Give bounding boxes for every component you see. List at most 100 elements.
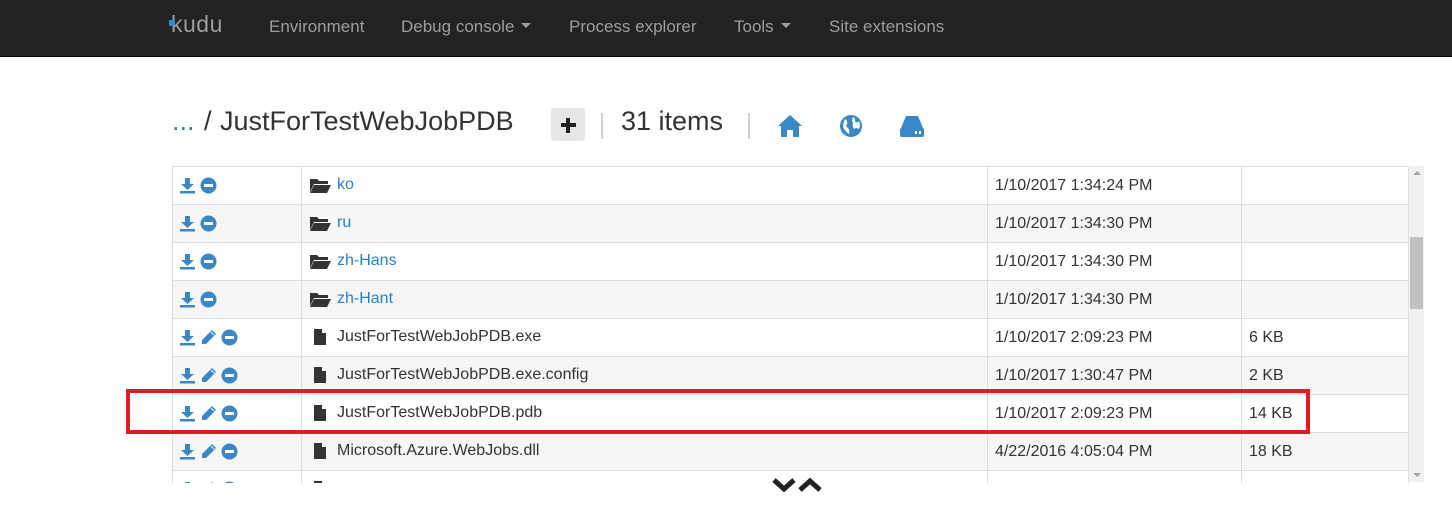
delete-icon[interactable] — [221, 405, 238, 422]
file-name[interactable]: JustForTestWebJobPDB.pdb — [337, 404, 542, 421]
download-icon[interactable] — [179, 329, 196, 346]
name-cell: JustForTestWebJobPDB.pdb — [301, 394, 988, 433]
download-icon[interactable] — [179, 215, 196, 232]
folder-link[interactable]: ru — [337, 214, 351, 231]
table-row: JustForTestWebJobPDB.pdb 1/10/2017 2:09:2… — [173, 394, 1409, 433]
file-name[interactable]: JustForTestWebJobPDB.exe.config — [337, 366, 588, 383]
file-size-cell — [1241, 280, 1409, 319]
hdd-icon[interactable] — [898, 112, 926, 140]
table-row: ko 1/10/2017 1:34:24 PM — [173, 167, 1409, 205]
file-name[interactable]: Microsoft.Azure.WebJobs.dll — [337, 442, 539, 459]
file-size-cell — [1241, 167, 1409, 205]
delete-icon[interactable] — [221, 367, 238, 384]
download-icon[interactable] — [179, 291, 196, 308]
row-actions-cell — [173, 242, 302, 281]
scroll-up-arrow-icon[interactable] — [1409, 166, 1424, 181]
scroll-down-arrow-icon[interactable] — [1409, 467, 1424, 482]
file-size-cell — [1241, 242, 1409, 281]
breadcrumb-separator: / — [204, 106, 212, 136]
file-size-cell — [1241, 470, 1409, 483]
edit-pencil-icon[interactable] — [200, 405, 217, 422]
folder-link[interactable]: ko — [337, 176, 354, 193]
row-actions-cell — [173, 318, 302, 357]
row-actions-cell — [173, 204, 302, 243]
folder-link[interactable]: zh-Hant — [337, 290, 393, 307]
scrollbar-thumb[interactable] — [1410, 237, 1423, 309]
name-cell: JustForTestWebJobPDB.exe — [301, 318, 988, 357]
name-cell: JustForTestWebJobPDB.exe.config — [301, 356, 988, 395]
modified-date-cell: 1/10/2017 1:34:30 PM — [987, 242, 1242, 281]
download-icon[interactable] — [179, 481, 196, 483]
download-icon[interactable] — [179, 367, 196, 384]
name-cell: ko — [301, 167, 988, 205]
file-icon — [314, 367, 326, 384]
item-count: 31 items — [621, 106, 724, 136]
modified-date-cell: 1/10/2017 1:34:30 PM — [987, 204, 1242, 243]
nav-tools-label: Tools — [734, 17, 774, 36]
nav-process-explorer-label: Process explorer — [569, 17, 697, 36]
current-folder-name: JustForTestWebJobPDB — [220, 106, 514, 136]
download-icon[interactable] — [179, 253, 196, 270]
nav-debug-console[interactable]: Debug console — [401, 17, 532, 37]
download-icon[interactable] — [179, 443, 196, 460]
name-cell: zh-Hans — [301, 242, 988, 281]
globe-icon[interactable] — [837, 112, 865, 140]
table-row: JustForTestWebJobPDB.exe 1/10/2017 2:09:2… — [173, 318, 1409, 357]
file-size-cell: 14 KB — [1241, 394, 1409, 433]
top-navbar: kudu Environment Debug console Process e… — [0, 0, 1452, 57]
nav-debug-console-label: Debug console — [401, 17, 515, 36]
folder-open-icon — [310, 179, 331, 194]
home-icon[interactable] — [776, 112, 804, 140]
edit-pencil-icon[interactable] — [200, 481, 217, 483]
file-name[interactable]: JustForTestWebJobPDB.exe — [337, 328, 541, 345]
modified-date-cell: 4/22/2016 4:05:04 PM — [987, 432, 1242, 471]
table-row: Microsoft.Azure.WebJobs.dll 4/22/2016 4:0… — [173, 432, 1409, 471]
breadcrumb-ellipsis-link[interactable]: ... — [172, 106, 195, 137]
modified-date-cell — [987, 470, 1242, 483]
table-row: zh-Hans 1/10/2017 1:34:30 PM — [173, 242, 1409, 281]
modified-date-cell: 1/10/2017 2:09:23 PM — [987, 394, 1242, 433]
add-item-button[interactable] — [551, 108, 585, 141]
row-actions-cell — [173, 356, 302, 395]
name-cell — [301, 470, 988, 483]
delete-icon[interactable] — [200, 177, 217, 194]
modified-date-cell: 1/10/2017 1:34:30 PM — [987, 280, 1242, 319]
file-size-cell: 6 KB — [1241, 318, 1409, 357]
kudu-logo[interactable]: kudu — [171, 11, 223, 38]
edit-pencil-icon[interactable] — [200, 329, 217, 346]
delete-icon[interactable] — [200, 291, 217, 308]
nav-site-extensions[interactable]: Site extensions — [829, 17, 944, 37]
modified-date-cell: 1/10/2017 2:09:23 PM — [987, 318, 1242, 357]
download-icon[interactable] — [179, 405, 196, 422]
name-cell: Microsoft.Azure.WebJobs.dll — [301, 432, 988, 471]
folder-link[interactable]: zh-Hans — [337, 252, 397, 269]
file-icon — [314, 329, 326, 346]
chevron-down-icon[interactable] — [771, 476, 797, 494]
download-icon[interactable] — [179, 177, 196, 194]
nav-environment-label: Environment — [269, 17, 365, 36]
table-row: ru 1/10/2017 1:34:30 PM — [173, 204, 1409, 243]
name-cell: ru — [301, 204, 988, 243]
table-row: JustForTestWebJobPDB.exe.config 1/10/2017… — [173, 356, 1409, 395]
row-actions-cell — [173, 470, 302, 483]
name-cell: zh-Hant — [301, 280, 988, 319]
row-actions-cell — [173, 280, 302, 319]
nav-process-explorer[interactable]: Process explorer — [569, 17, 697, 37]
nav-tools[interactable]: Tools — [734, 17, 791, 37]
delete-icon[interactable] — [221, 329, 238, 346]
modified-date-cell: 1/10/2017 1:34:24 PM — [987, 167, 1242, 205]
table-row: zh-Hant 1/10/2017 1:34:30 PM — [173, 280, 1409, 319]
file-list-scrollbar[interactable] — [1408, 166, 1424, 482]
folder-open-icon — [310, 255, 331, 270]
file-icon — [314, 443, 326, 460]
folder-open-icon — [310, 217, 331, 232]
delete-icon[interactable] — [200, 253, 217, 270]
chevron-up-icon[interactable] — [797, 476, 823, 494]
delete-icon[interactable] — [200, 215, 217, 232]
delete-icon[interactable] — [221, 443, 238, 460]
edit-pencil-icon[interactable] — [200, 367, 217, 384]
delete-icon[interactable] — [221, 481, 238, 483]
edit-pencil-icon[interactable] — [200, 443, 217, 460]
row-actions-cell — [173, 432, 302, 471]
nav-environment[interactable]: Environment — [269, 17, 364, 37]
